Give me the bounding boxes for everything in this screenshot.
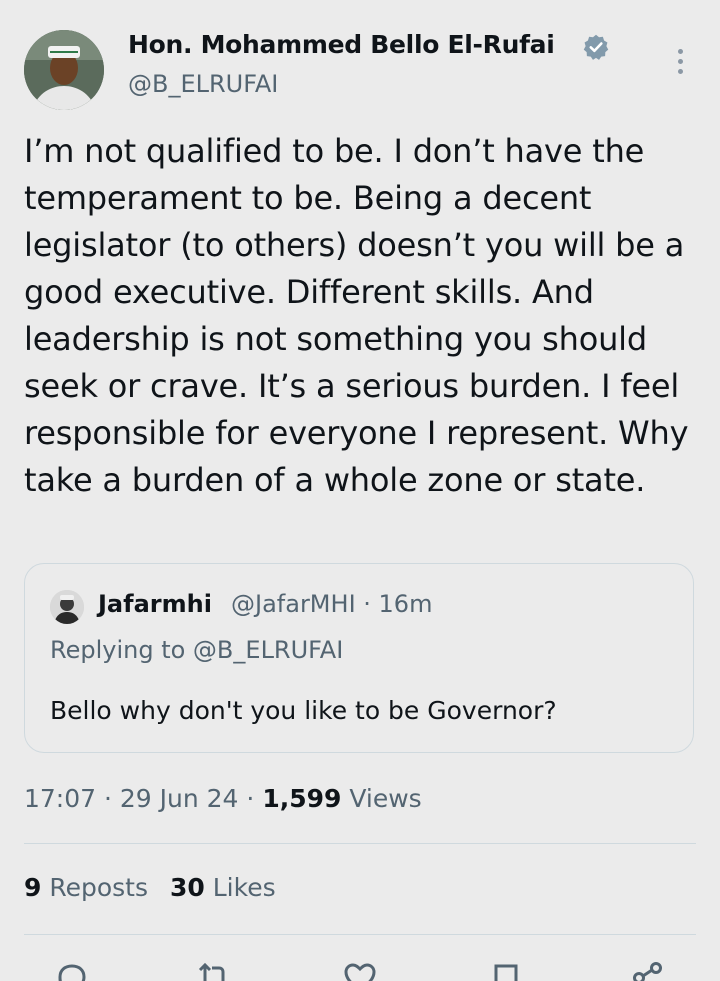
likes-stat[interactable]: 30 Likes <box>170 873 276 902</box>
views-count: 1,599 <box>262 784 342 813</box>
quote-author-avatar <box>50 590 84 624</box>
bookmark-icon[interactable] <box>488 960 524 981</box>
likes-count: 30 <box>170 873 205 902</box>
tweet-meta: 17:07 · 29 Jun 24 · 1,599 Views <box>24 784 422 813</box>
author-display-name[interactable]: Hon. Mohammed Bello El-Rufai <box>128 30 555 59</box>
tweet-header: Hon. Mohammed Bello El-Rufai @B_ELRUFAI <box>0 0 720 120</box>
views-label: Views <box>341 784 422 813</box>
author-handle[interactable]: @B_ELRUFAI <box>128 70 278 98</box>
author-avatar[interactable] <box>24 30 104 110</box>
verified-badge-icon <box>583 34 609 60</box>
share-icon[interactable] <box>630 960 666 981</box>
quote-replying-to: Replying to @B_ELRUFAI <box>50 636 344 664</box>
engagement-stats: 9 Reposts 30 Likes <box>24 873 276 902</box>
quote-author-handle-time: @JafarMHI · 16m <box>231 590 433 618</box>
divider <box>24 934 696 935</box>
more-options-icon[interactable] <box>668 46 692 80</box>
reposts-count: 9 <box>24 873 42 902</box>
quote-text: Bello why don't you like to be Governor? <box>50 696 557 725</box>
repost-icon[interactable] <box>196 960 232 981</box>
reply-icon[interactable] <box>54 960 90 981</box>
reposts-stat[interactable]: 9 Reposts <box>24 873 148 902</box>
quoted-tweet[interactable]: Jafarmhi @JafarMHI · 16m Replying to @B_… <box>24 563 694 753</box>
quote-author-name: Jafarmhi <box>98 590 212 618</box>
action-bar <box>0 960 720 981</box>
likes-label: Likes <box>204 873 276 902</box>
divider <box>24 843 696 844</box>
profile-photo-icon <box>24 30 104 110</box>
tweet-text: I’m not qualified to be. I don’t have th… <box>24 132 689 499</box>
like-icon[interactable] <box>342 960 378 981</box>
tweet-timestamp[interactable]: 17:07 · 29 Jun 24 · <box>24 784 262 813</box>
profile-photo-icon <box>50 590 84 624</box>
reposts-label: Reposts <box>41 873 148 902</box>
